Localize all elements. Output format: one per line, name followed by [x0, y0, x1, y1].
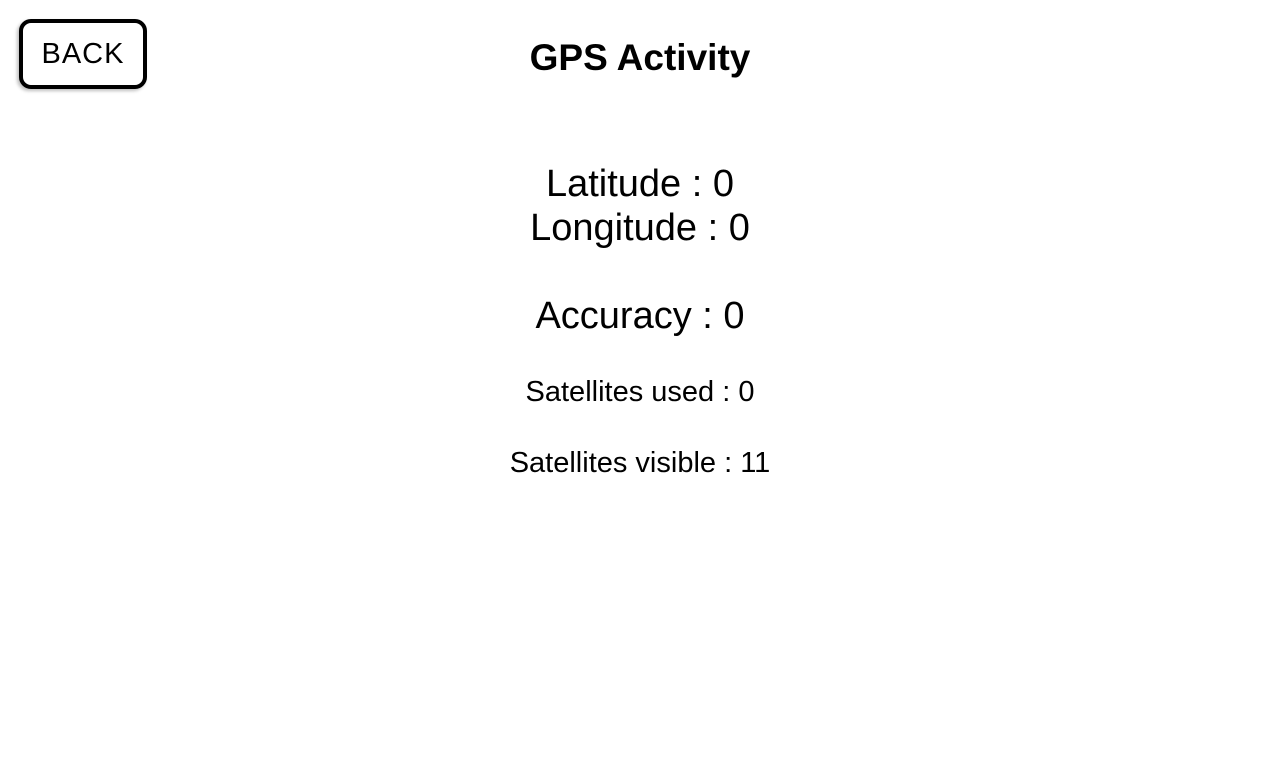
gps-activity-screen: BACK GPS Activity Latitude : 0 Longitude…	[0, 0, 1280, 768]
longitude-readout: Longitude : 0	[530, 207, 750, 249]
satellites-used-readout: Satellites used : 0	[525, 376, 755, 408]
page-title: GPS Activity	[529, 37, 751, 78]
latitude-readout: Latitude : 0	[545, 163, 735, 205]
accuracy-readout: Accuracy : 0	[535, 295, 745, 337]
satellites-visible-readout: Satellites visible : 11	[509, 447, 771, 479]
